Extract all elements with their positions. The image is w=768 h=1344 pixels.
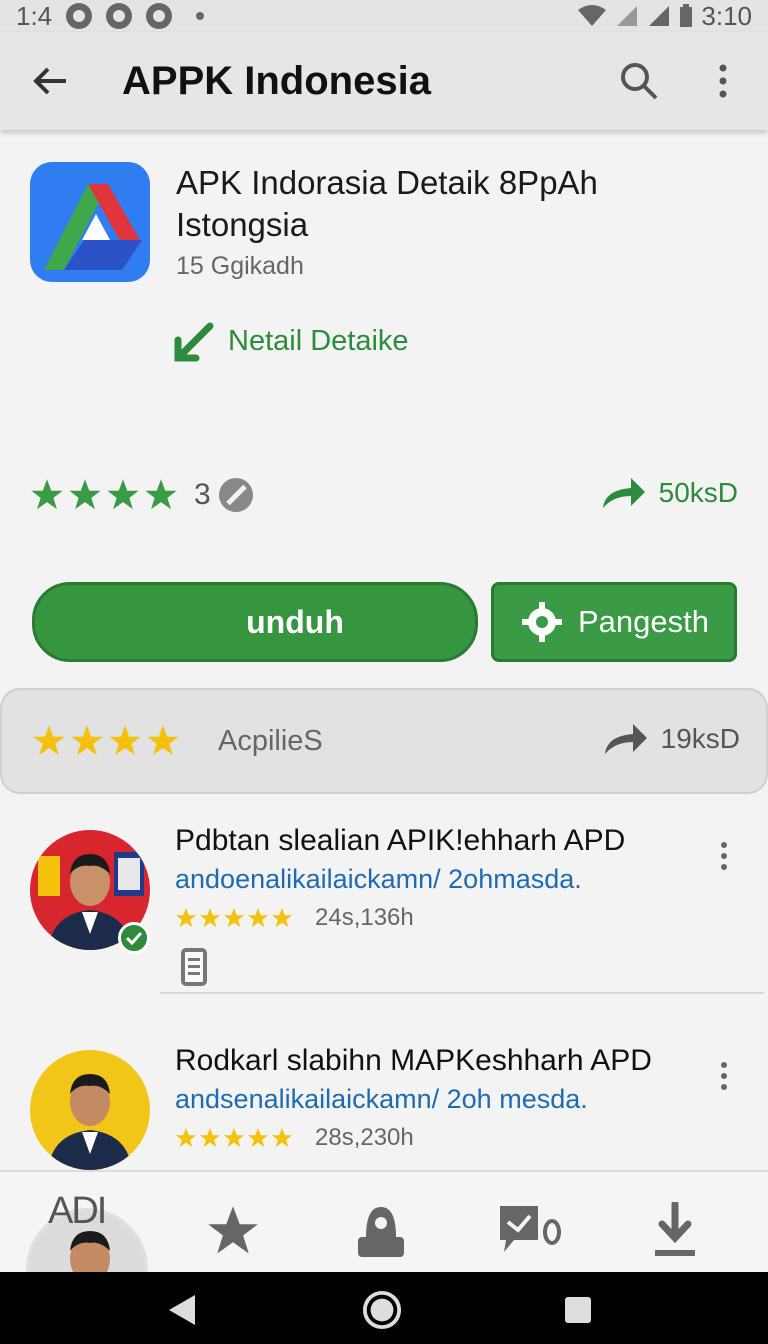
download-count: 50ksD [601,476,738,510]
device-icon [181,948,207,986]
app-rating: 3 [30,478,253,512]
messages-icon [500,1206,561,1252]
avatar [30,1050,150,1170]
star-icon [271,1127,293,1148]
list-item-meta: 24s,136h [315,904,414,931]
share-arrow-icon [602,478,645,508]
list-item-menu-button[interactable] [704,836,744,876]
nav-tab-downloads[interactable] [640,1196,710,1266]
back-button[interactable] [0,32,100,130]
install-button[interactable]: unduh [32,582,478,662]
list-item-title: Rodkarl slabihn MAPKeshharh APD [175,1044,652,1077]
signal-icon [617,6,638,26]
system-home-button[interactable] [362,1290,402,1330]
star-icon [223,1127,245,1148]
reviews-label: AcpilieS [218,724,323,757]
list-item-title: Pdbtan slealian APIK!ehharh APD [175,824,626,857]
notification-icon [66,3,93,29]
star-icon [33,725,65,756]
nav-tab-favorites[interactable] [198,1196,268,1266]
app-name: APK Indorasia Detaik 8PpAh Istongsia [176,164,598,243]
edit-icon[interactable] [218,478,253,512]
list-item-menu-button[interactable] [704,1056,744,1096]
signal-icon [649,6,670,26]
list-item-subtitle[interactable]: andsenalikailaickamn/ 2oh mesda. [175,1084,588,1115]
triangle-back-icon [169,1295,195,1325]
wifi-icon [578,5,607,26]
star-icon [31,479,63,510]
nav-tab-store[interactable] [346,1196,416,1266]
nav-label: ADI [48,1190,107,1232]
star-icon [69,479,101,510]
reviews-count-value: 19ksD [660,723,740,754]
battery-icon [680,4,693,27]
status-time-left: 1:4 [16,0,53,31]
reviews-summary[interactable]: AcpilieS 19ksD [0,688,768,794]
square-recents-icon [565,1297,591,1323]
list-item-subtitle[interactable]: andoenalikailaickamn/ 2ohmasda. [175,864,582,895]
system-recents-button[interactable] [558,1290,598,1330]
divider [160,992,764,994]
more-vert-icon [721,1062,727,1090]
secondary-action-button[interactable]: Pangesth [491,582,737,662]
star-icon [271,907,293,928]
store-icon [358,1207,404,1257]
status-time: 3:10 [701,0,752,31]
review-stars [32,724,180,758]
more-vert-icon [719,64,727,98]
star-icon [71,725,103,756]
search-icon [621,63,658,100]
app-detail-main: APK Indorasia Detaik 8PpAh Istongsia 15 … [0,130,768,1170]
arrow-diagonal-icon [174,322,214,362]
app-icon [30,162,150,282]
arrow-back-icon [33,67,66,95]
reviews-count: 19ksD [603,722,740,756]
details-link[interactable]: Netail Detaike [174,320,409,362]
list-item-rating: 24s,136h [175,904,414,932]
star-icon [147,725,179,756]
app-bar: APPK Indonesia [0,32,768,130]
star-icon [223,907,245,928]
list-item-meta: 28s,230h [315,1124,414,1151]
star-icon [208,1206,258,1254]
download-count-value: 50ksD [658,477,738,508]
list-item-rating: 28s,230h [175,1124,414,1152]
status-bar: 1:4 3:10 [0,0,768,32]
star-icon [199,907,221,928]
star-icon [107,479,139,510]
verified-badge-icon [118,922,150,954]
more-vert-icon [721,842,727,870]
star-icon [175,1127,197,1148]
star-icon [175,907,197,928]
star-icon [199,1127,221,1148]
gear-icon [522,602,562,642]
system-back-button[interactable] [162,1290,202,1330]
app-developer: 15 Ggikadh [176,252,304,280]
search-button[interactable] [614,56,664,106]
notification-dot-icon [196,12,205,20]
star-icon [109,725,141,756]
bottom-navigation: ADI [0,1170,768,1272]
circle-home-icon [362,1290,402,1330]
notification-icon [146,3,173,29]
details-link-label: Netail Detaike [228,324,409,357]
system-navigation-bar [0,1272,768,1344]
star-icon [145,479,177,510]
list-item[interactable]: Pdbtan slealian APIK!ehharh APD andoenal… [0,810,768,1010]
star-icon [247,907,269,928]
star-icon [247,1127,269,1148]
share-arrow-icon [604,724,647,754]
secondary-action-label: Pangesth [578,604,709,639]
notification-icon [106,3,133,29]
page-title: APPK Indonesia [122,58,431,103]
rating-value: 3 [194,478,211,511]
overflow-menu-button[interactable] [698,56,748,106]
nav-tab-messages[interactable] [494,1196,564,1266]
download-icon [655,1202,695,1256]
